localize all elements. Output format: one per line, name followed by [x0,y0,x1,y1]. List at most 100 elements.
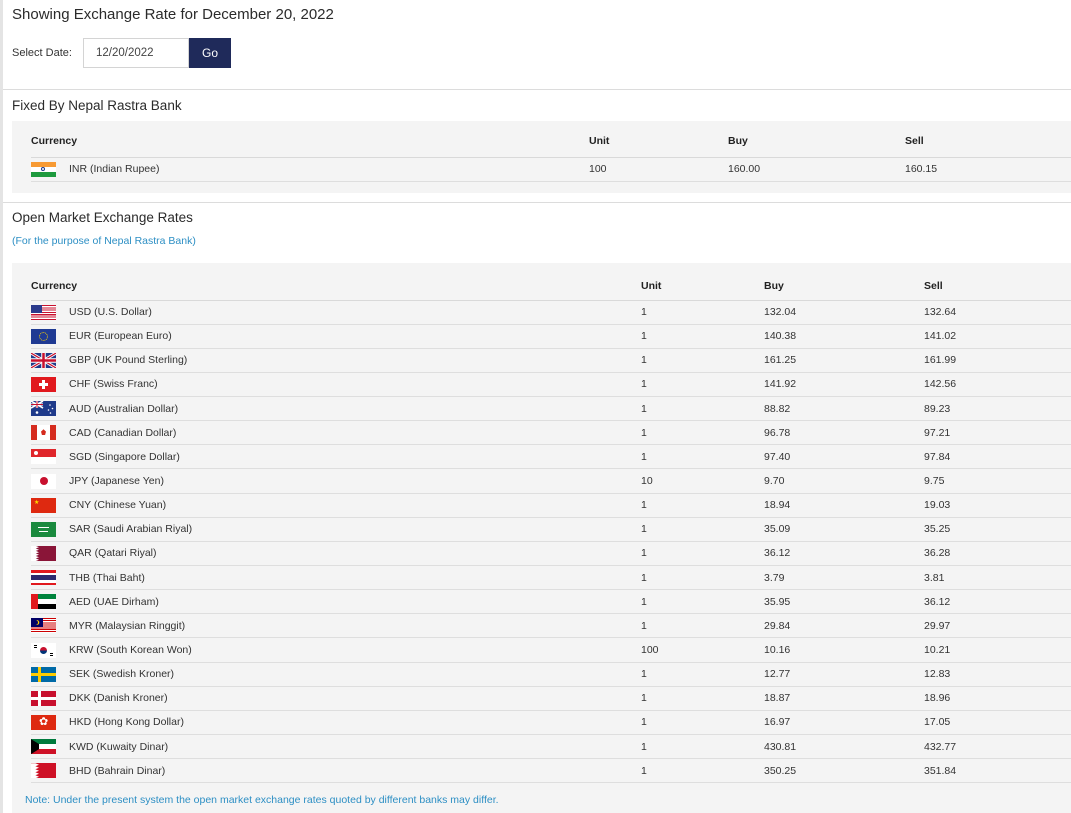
qatar-flag-icon [31,545,56,561]
date-form: Select Date: Go [12,38,231,68]
open-market-section-title: Open Market Exchange Rates [12,210,193,225]
sell-cell: 35.25 [924,517,1071,542]
table-row: AUD (Australian Dollar) 1 88.82 89.23 [31,396,1071,422]
unit-cell: 1 [641,613,764,639]
buy-cell: 96.78 [764,420,924,446]
sell-cell: 3.81 [924,565,1071,591]
kuwait-flag-icon [31,739,56,755]
buy-cell: 88.82 [764,396,924,422]
sell-cell: 141.02 [924,324,1071,349]
open-market-table: Currency Unit Buy Sell USD (U.S. Dollar)… [31,263,1071,784]
malaysia-flag-icon [31,618,56,634]
table-row: DKK (Danish Kroner) 1 18.87 18.96 [31,686,1071,711]
buy-cell: 29.84 [764,613,924,639]
canada-flag-icon [31,425,56,441]
buy-cell: 36.12 [764,541,924,567]
fixed-section-title: Fixed By Nepal Rastra Bank [12,98,182,113]
unit-cell: 1 [641,396,764,422]
currency-name: HKD (Hong Kong Dollar) [69,716,184,729]
unit-cell: 1 [641,324,764,349]
buy-cell: 160.00 [728,157,905,182]
india-flag-icon [31,161,56,177]
table-row: SEK (Swedish Kroner) 1 12.77 12.83 [31,662,1071,687]
unit-cell: 1 [641,662,764,687]
col-unit: Unit [641,263,764,301]
currency-name: JPY (Japanese Yen) [69,475,164,488]
date-label: Select Date: [12,47,72,59]
table-row: INR (Indian Rupee) 100 160.00 160.15 [31,157,1071,182]
col-sell: Sell [924,263,1071,301]
buy-cell: 97.40 [764,444,924,470]
table-row: SAR (Saudi Arabian Riyal) 1 35.09 35.25 [31,517,1071,542]
table-row: CHF (Swiss Franc) 1 141.92 142.56 [31,372,1071,398]
unit-cell: 1 [641,734,764,760]
col-unit: Unit [589,121,728,158]
unit-cell: 1 [641,300,764,325]
buy-cell: 18.94 [764,493,924,518]
unit-cell: 1 [641,348,764,373]
sell-cell: 432.77 [924,734,1071,760]
table-row: MYR (Malaysian Ringgit) 1 29.84 29.97 [31,613,1071,639]
unit-cell: 1 [641,444,764,470]
table-row: SGD (Singapore Dollar) 1 97.40 97.84 [31,444,1071,470]
south-korea-flag-icon [31,642,56,658]
fixed-rates-panel: Currency Unit Buy Sell INR (Indian Rupee… [12,121,1071,193]
table-row: CAD (Canadian Dollar) 1 96.78 97.21 [31,420,1071,446]
sweden-flag-icon [31,666,56,682]
left-border [0,0,3,813]
sell-cell: 97.21 [924,420,1071,446]
sell-cell: 89.23 [924,396,1071,422]
currency-name: CNY (Chinese Yuan) [69,499,167,512]
col-buy: Buy [728,121,905,158]
saudi-arabia-flag-icon [31,521,56,537]
buy-cell: 16.97 [764,710,924,736]
usa-flag-icon [31,304,56,320]
buy-cell: 10.16 [764,637,924,663]
currency-name: KRW (South Korean Won) [69,644,192,657]
currency-name: QAR (Qatari Riyal) [69,547,157,560]
buy-cell: 12.77 [764,662,924,687]
divider [3,202,1071,203]
sell-cell: 160.15 [905,157,1071,182]
sell-cell: 97.84 [924,444,1071,470]
go-button[interactable]: Go [189,38,231,68]
table-row: BHD (Bahrain Dinar) 1 350.25 351.84 [31,758,1071,784]
currency-name: AUD (Australian Dollar) [69,402,179,415]
currency-name: CAD (Canadian Dollar) [69,426,177,439]
buy-cell: 140.38 [764,324,924,349]
sell-cell: 12.83 [924,662,1071,687]
sell-cell: 351.84 [924,758,1071,784]
australia-flag-icon [31,401,56,417]
sell-cell: 9.75 [924,468,1071,494]
buy-cell: 430.81 [764,734,924,760]
switzerland-flag-icon [31,376,56,392]
unit-cell: 1 [641,541,764,567]
currency-name: SEK (Swedish Kroner) [69,668,175,681]
unit-cell: 100 [641,637,764,663]
buy-cell: 35.95 [764,589,924,615]
eu-flag-icon [31,328,56,344]
uae-flag-icon [31,594,56,610]
buy-cell: 141.92 [764,372,924,398]
table-row: EUR (European Euro) 1 140.38 141.02 [31,324,1071,349]
japan-flag-icon [31,473,56,489]
buy-cell: 161.25 [764,348,924,373]
disclaimer-note: Note: Under the present system the open … [25,794,499,806]
sell-cell: 161.99 [924,348,1071,373]
table-row: QAR (Qatari Riyal) 1 36.12 36.28 [31,541,1071,567]
hong-kong-flag-icon: ✿ [31,714,56,730]
unit-cell: 1 [641,517,764,542]
currency-name: GBP (UK Pound Sterling) [69,354,188,367]
buy-cell: 18.87 [764,686,924,711]
sell-cell: 10.21 [924,637,1071,663]
currency-name: SGD (Singapore Dollar) [69,450,180,463]
sell-cell: 36.12 [924,589,1071,615]
date-input[interactable] [83,38,189,68]
sell-cell: 17.05 [924,710,1071,736]
table-row: JPY (Japanese Yen) 10 9.70 9.75 [31,468,1071,494]
col-currency: Currency [31,121,589,158]
sell-cell: 29.97 [924,613,1071,639]
china-flag-icon: ★ [31,497,56,513]
currency-name: SAR (Saudi Arabian Riyal) [69,523,193,536]
table-row: USD (U.S. Dollar) 1 132.04 132.64 [31,300,1071,325]
